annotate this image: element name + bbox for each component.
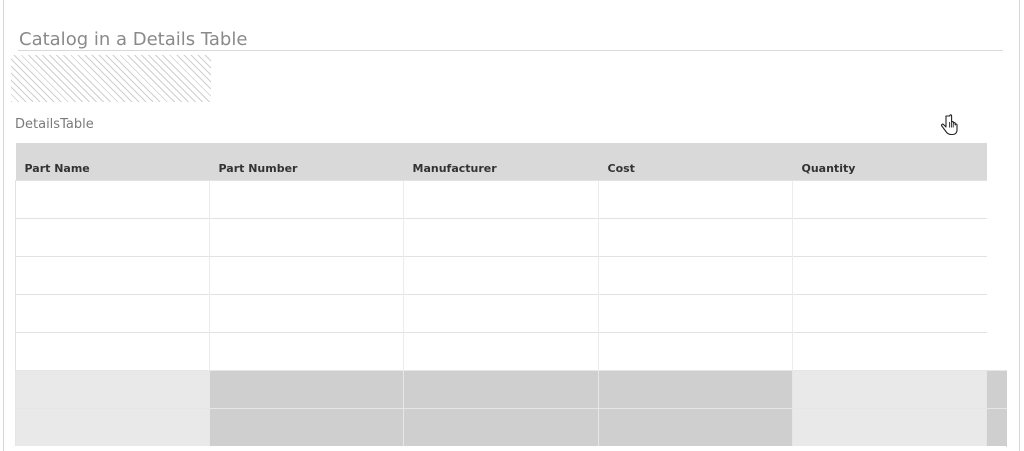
table-cell[interactable] [403,407,599,446]
table-header-row: Part Name Part Number Manufacturer Cost … [15,143,1007,180]
table-cell[interactable] [792,255,987,294]
table-row[interactable] [15,293,1007,332]
table-cell[interactable] [403,217,599,256]
row-edge [986,218,1007,256]
table-cell[interactable] [598,293,793,332]
table-row[interactable] [15,179,1007,218]
table-cell[interactable] [403,369,599,408]
table-cell[interactable] [403,179,599,218]
title-divider [18,50,1003,51]
table-cell[interactable] [403,293,599,332]
table-cell[interactable] [15,369,210,408]
table-row[interactable] [15,331,1007,370]
row-edge [986,294,1007,332]
table-cell[interactable] [209,407,404,446]
table-cell[interactable] [209,255,404,294]
frame-border-left [3,0,4,451]
table-cell[interactable] [15,293,210,332]
table-cell[interactable] [403,255,599,294]
row-edge [986,369,1007,408]
table-cell[interactable] [15,255,210,294]
details-table[interactable]: Part Name Part Number Manufacturer Cost … [15,143,1007,447]
placeholder-hatch [11,55,211,102]
row-edge [986,407,1007,446]
row-edge [986,256,1007,294]
column-header-quantity[interactable]: Quantity [792,143,987,180]
row-edge [986,332,1007,370]
table-cell[interactable] [598,217,793,256]
table-cell[interactable] [15,331,210,370]
table-cell[interactable] [209,369,404,408]
table-cell[interactable] [598,407,793,446]
table-cell[interactable] [598,255,793,294]
table-cell[interactable] [209,179,404,218]
table-cell[interactable] [598,331,793,370]
details-table-label: DetailsTable [15,117,94,132]
table-row[interactable] [15,255,1007,294]
column-header-part-name[interactable]: Part Name [15,143,210,180]
table-cell[interactable] [598,369,793,408]
table-cell[interactable] [792,407,987,446]
table-cell[interactable] [792,179,987,218]
table-cell[interactable] [792,217,987,256]
table-cell[interactable] [792,369,987,408]
hand-pointer-icon [938,113,960,139]
table-cell[interactable] [15,179,210,218]
table-cell[interactable] [15,407,210,446]
column-header-cost[interactable]: Cost [598,143,793,180]
table-cell[interactable] [792,293,987,332]
table-cell[interactable] [792,331,987,370]
column-header-part-number[interactable]: Part Number [209,143,404,180]
table-cell[interactable] [15,217,210,256]
page-title: Catalog in a Details Table [19,29,248,50]
table-row-shaded[interactable] [15,407,1007,446]
table-cell[interactable] [403,331,599,370]
table-row[interactable] [15,217,1007,256]
row-edge [986,180,1007,218]
header-spacer [986,143,1007,180]
frame-border-right [1019,0,1020,451]
table-cell[interactable] [209,293,404,332]
column-header-manufacturer[interactable]: Manufacturer [403,143,599,180]
table-cell[interactable] [209,331,404,370]
table-cell[interactable] [598,179,793,218]
table-row-shaded[interactable] [15,369,1007,408]
table-cell[interactable] [209,217,404,256]
